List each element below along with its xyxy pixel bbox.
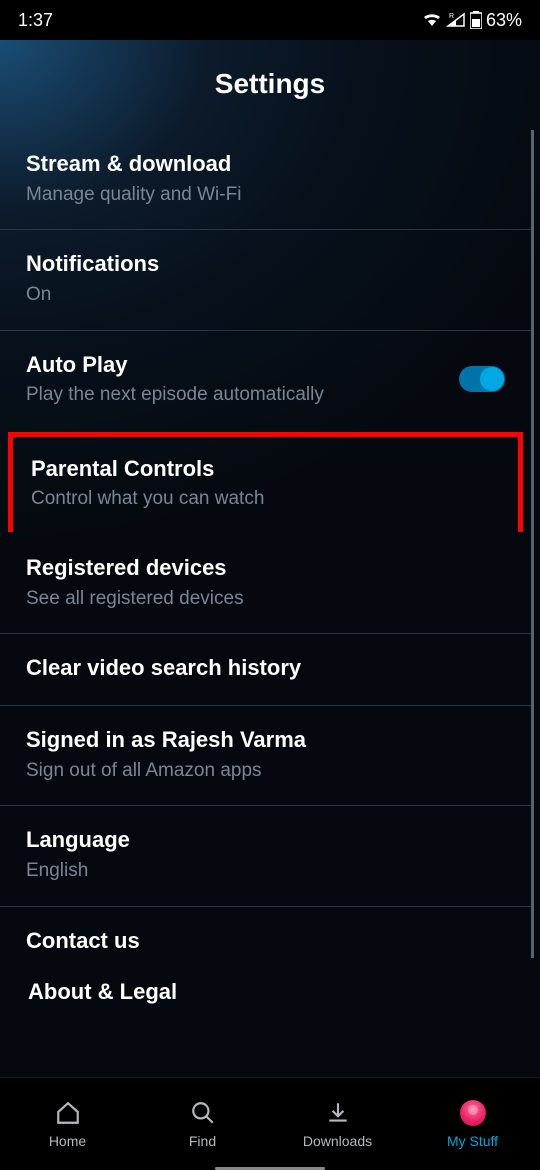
item-title: Auto Play [26,351,459,380]
item-title: Stream & download [26,150,505,179]
settings-screen: Settings Stream & download Manage qualit… [0,40,540,1077]
settings-item-registered-devices[interactable]: Registered devices See all registered de… [0,534,531,634]
download-icon [324,1099,352,1127]
nav-item-my-stuff[interactable]: My Stuff [405,1078,540,1170]
status-indicators: R 63% [422,10,522,31]
item-title: Language [26,826,505,855]
avatar-icon [459,1099,487,1127]
battery-percent: 63% [486,10,522,31]
nav-item-downloads[interactable]: Downloads [270,1078,405,1170]
item-sub: Control what you can watch [31,487,500,512]
item-title: Signed in as Rajesh Varma [26,726,505,755]
wifi-icon [422,12,442,28]
auto-play-toggle[interactable] [459,366,505,392]
nav-label: Downloads [303,1133,372,1149]
settings-item-parental-controls[interactable]: Parental Controls Control what you can w… [8,432,523,532]
item-title: Parental Controls [31,455,500,484]
item-title: Notifications [26,250,505,279]
settings-item-notifications[interactable]: Notifications On [0,230,531,330]
item-title: Registered devices [26,554,505,583]
bottom-nav: Home Find Downloads My Stuff [0,1077,540,1170]
nav-label: Find [189,1133,216,1149]
item-title: Clear video search history [26,654,505,683]
item-sub: Play the next episode automatically [26,383,459,408]
settings-item-auto-play[interactable]: Auto Play Play the next episode automati… [0,331,531,430]
item-sub: English [26,859,505,884]
svg-text:R: R [449,13,454,20]
settings-item-stream-download[interactable]: Stream & download Manage quality and Wi-… [0,130,531,230]
nav-label: Home [49,1133,86,1149]
page-title: Settings [0,40,540,130]
item-title: Contact us [26,927,505,956]
search-icon [189,1099,217,1127]
nav-item-home[interactable]: Home [0,1078,135,1170]
settings-item-signed-in[interactable]: Signed in as Rajesh Varma Sign out of al… [0,706,531,806]
item-sub: Sign out of all Amazon apps [26,759,505,784]
home-icon [54,1099,82,1127]
status-bar: 1:37 R 63% [0,0,540,40]
status-time: 1:37 [18,10,53,31]
settings-item-about-legal[interactable]: About & Legal [0,958,540,1029]
item-sub: See all registered devices [26,587,505,612]
signal-icon: R [446,12,466,28]
nav-item-find[interactable]: Find [135,1078,270,1170]
item-sub: On [26,283,505,308]
settings-item-language[interactable]: Language English [0,806,531,906]
item-sub: Manage quality and Wi-Fi [26,183,505,208]
toggle-knob [480,367,504,391]
settings-list: Stream & download Manage quality and Wi-… [0,130,534,958]
item-title: About & Legal [28,978,514,1007]
nav-label: My Stuff [447,1133,498,1149]
battery-icon [470,11,482,29]
settings-item-clear-history[interactable]: Clear video search history [0,634,531,706]
